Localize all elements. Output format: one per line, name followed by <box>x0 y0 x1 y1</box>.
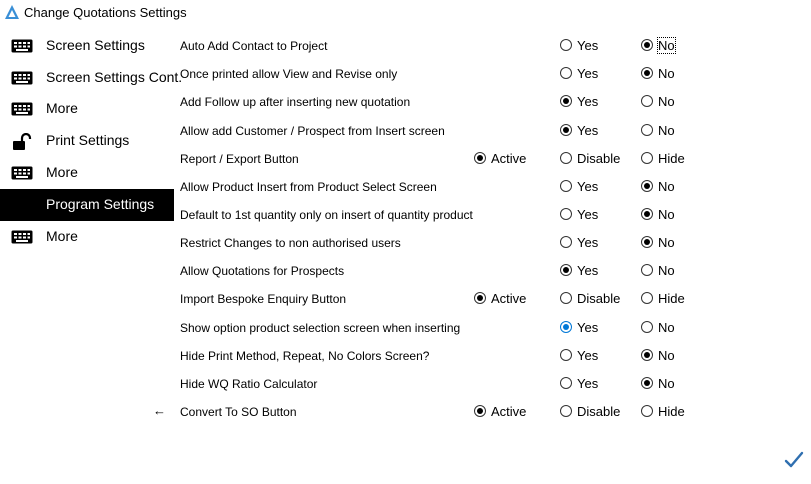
radio-checked-icon[interactable] <box>474 292 486 304</box>
radio-checked-icon[interactable] <box>641 349 653 361</box>
window-title: Change Quotations Settings <box>24 5 187 20</box>
radio-option-label: Yes <box>577 123 599 138</box>
radio-unchecked-icon[interactable] <box>560 152 572 164</box>
setting-label: Hide Print Method, Repeat, No Colors Scr… <box>180 349 430 363</box>
radio-checked-icon[interactable] <box>560 321 572 333</box>
radio-checked-icon[interactable] <box>560 95 572 107</box>
setting-row: Report / Export Button Active Disable Hide <box>0 148 700 172</box>
radio-unchecked-icon[interactable] <box>641 264 653 276</box>
radio-option-label: No <box>658 66 675 81</box>
radio-option-label: No <box>658 123 675 138</box>
radio-option-label: Yes <box>577 179 599 194</box>
radio-option-label: No <box>658 207 675 222</box>
radio-option-label: Yes <box>577 263 599 278</box>
radio-checked-icon[interactable] <box>560 264 572 276</box>
setting-row: Restrict Changes to non authorised users… <box>0 232 700 256</box>
radio-option-label: Yes <box>577 376 599 391</box>
radio-unchecked-icon[interactable] <box>560 292 572 304</box>
setting-row: Add Follow up after inserting new quotat… <box>0 91 700 115</box>
setting-label: Auto Add Contact to Project <box>180 39 328 53</box>
radio-unchecked-icon[interactable] <box>560 349 572 361</box>
setting-row: Allow Product Insert from Product Select… <box>0 176 700 200</box>
radio-option-label: No <box>657 37 676 54</box>
confirm-checkmark-icon[interactable] <box>784 451 804 469</box>
radio-unchecked-icon[interactable] <box>641 405 653 417</box>
radio-option-label: No <box>658 94 675 109</box>
radio-option-label: Hide <box>658 151 685 166</box>
radio-checked-icon[interactable] <box>560 124 572 136</box>
setting-label: Allow add Customer / Prospect from Inser… <box>180 124 445 138</box>
setting-label: Import Bespoke Enquiry Button <box>180 292 347 306</box>
radio-option-label: Disable <box>577 291 621 306</box>
radio-unchecked-icon[interactable] <box>641 292 653 304</box>
setting-row: Show option product selection screen whe… <box>0 317 700 341</box>
setting-row: Default to 1st quantity only on insert o… <box>0 204 700 228</box>
radio-option-label: Yes <box>577 38 599 53</box>
radio-unchecked-icon[interactable] <box>560 39 572 51</box>
radio-option-label: Active <box>491 404 527 419</box>
radio-checked-icon[interactable] <box>641 39 653 51</box>
radio-checked-icon[interactable] <box>641 377 653 389</box>
title-bar: Change Quotations Settings <box>0 0 811 26</box>
radio-unchecked-icon[interactable] <box>560 180 572 192</box>
setting-label: Add Follow up after inserting new quotat… <box>180 95 411 109</box>
arrow-left-icon[interactable]: ← <box>153 403 166 418</box>
radio-option-label: Active <box>491 151 527 166</box>
radio-option-label: Yes <box>577 320 599 335</box>
setting-label: Allow Product Insert from Product Select… <box>180 180 437 194</box>
setting-row: Hide WQ Ratio Calculator Yes No <box>0 373 700 397</box>
radio-option-label: Disable <box>577 151 621 166</box>
setting-row: Auto Add Contact to Project Yes No <box>0 35 700 59</box>
radio-option-label: No <box>658 320 675 335</box>
radio-option-label: Active <box>491 291 527 306</box>
radio-option-label: Yes <box>577 207 599 222</box>
setting-label: Restrict Changes to non authorised users <box>180 236 401 250</box>
radio-unchecked-icon[interactable] <box>641 95 653 107</box>
radio-option-label: Yes <box>577 235 599 250</box>
radio-checked-icon[interactable] <box>474 405 486 417</box>
radio-option-label: No <box>658 376 675 391</box>
radio-option-label: Hide <box>658 404 685 419</box>
radio-option-label: No <box>658 348 675 363</box>
radio-option-label: Yes <box>577 66 599 81</box>
radio-unchecked-icon[interactable] <box>560 377 572 389</box>
radio-unchecked-icon[interactable] <box>560 208 572 220</box>
setting-row: Once printed allow View and Revise only Y… <box>0 63 700 87</box>
setting-label: Default to 1st quantity only on insert o… <box>180 208 473 222</box>
radio-option-label: Hide <box>658 291 685 306</box>
radio-option-label: No <box>658 179 675 194</box>
radio-unchecked-icon[interactable] <box>641 152 653 164</box>
radio-checked-icon[interactable] <box>641 208 653 220</box>
radio-checked-icon[interactable] <box>641 236 653 248</box>
radio-option-label: Disable <box>577 404 621 419</box>
radio-unchecked-icon[interactable] <box>560 405 572 417</box>
setting-label: Once printed allow View and Revise only <box>180 67 398 81</box>
radio-checked-icon[interactable] <box>474 152 486 164</box>
setting-label: Convert To SO Button <box>180 405 297 419</box>
radio-unchecked-icon[interactable] <box>560 67 572 79</box>
radio-unchecked-icon[interactable] <box>560 236 572 248</box>
radio-checked-icon[interactable] <box>641 180 653 192</box>
radio-option-label: No <box>658 263 675 278</box>
radio-option-label: No <box>658 235 675 250</box>
setting-row: Allow add Customer / Prospect from Inser… <box>0 120 700 144</box>
radio-unchecked-icon[interactable] <box>641 124 653 136</box>
radio-option-label: Yes <box>577 94 599 109</box>
setting-row: Allow Quotations for Prospects Yes No <box>0 260 700 284</box>
setting-label: Show option product selection screen whe… <box>180 321 461 335</box>
setting-label: Hide WQ Ratio Calculator <box>180 377 318 391</box>
setting-row: Import Bespoke Enquiry Button Active Disab… <box>0 288 700 312</box>
app-logo-icon <box>5 5 19 19</box>
setting-label: Report / Export Button <box>180 152 299 166</box>
radio-checked-icon[interactable] <box>641 67 653 79</box>
setting-row: ← Convert To SO Button Active Disable Hide <box>0 401 700 425</box>
radio-unchecked-icon[interactable] <box>641 321 653 333</box>
setting-row: Hide Print Method, Repeat, No Colors Scr… <box>0 345 700 369</box>
setting-label: Allow Quotations for Prospects <box>180 264 345 278</box>
radio-option-label: Yes <box>577 348 599 363</box>
